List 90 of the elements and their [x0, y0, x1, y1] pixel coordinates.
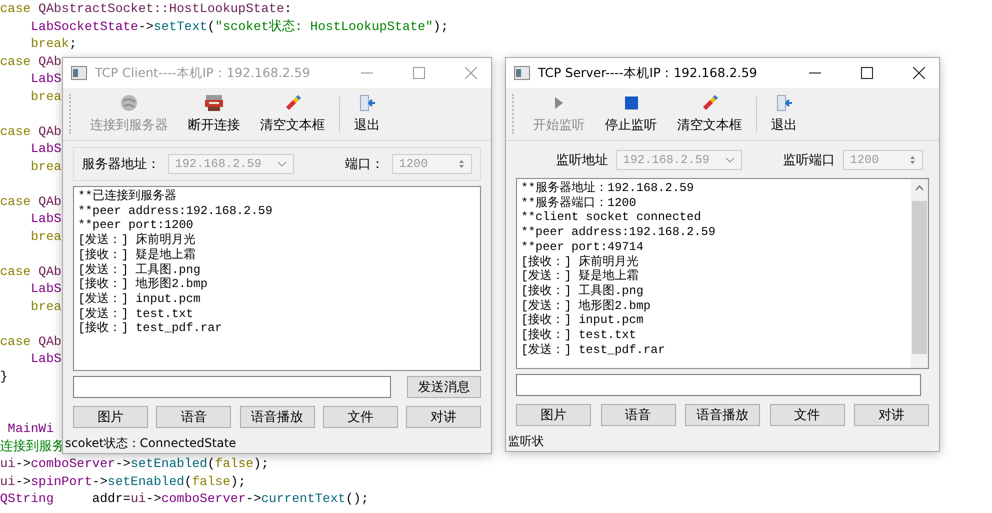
- code-line: 连接到服务: [0, 438, 65, 455]
- chevron-down-icon: [277, 161, 287, 167]
- code-line: QString addr=ui->comboServer->currentText();: [0, 490, 369, 508]
- log-line: [发送：] test_pdf.rar: [521, 342, 666, 358]
- play-icon: [554, 94, 564, 112]
- eraser-icon: [700, 94, 718, 112]
- toolbar-button[interactable]: 清空文本框: [667, 88, 752, 140]
- code-line: brea: [30, 158, 62, 175]
- port-label: 端口：: [345, 156, 384, 173]
- status-text: 监听状: [508, 432, 544, 450]
- log-line: [发送：] 地形图2.bmp: [521, 298, 651, 313]
- code-line: case QAb: [0, 122, 62, 140]
- log-line: [接收：] 床前明月光: [521, 254, 639, 269]
- send-button[interactable]: 发送消息: [407, 376, 481, 398]
- exit-door-icon: [775, 94, 793, 112]
- code-line: LabS: [30, 140, 62, 158]
- toolbar-button[interactable]: 清空文本框: [250, 88, 335, 140]
- device-icon: [204, 94, 224, 112]
- log-line: [接收：] 地形图2.bmp: [78, 277, 208, 292]
- log-line: [发送：] 疑是地上霜: [521, 269, 639, 284]
- code-line: case QAb: [0, 192, 62, 210]
- code-line: ui->spinPort->setEnabled(false);: [0, 472, 246, 490]
- code-line: case QAbstractSocket::HostLookupState:: [0, 0, 292, 18]
- code-line: brea: [30, 298, 62, 315]
- exit-door-icon: [358, 94, 376, 112]
- action-button[interactable]: 对讲: [406, 406, 481, 428]
- code-line: MainWi: [6, 420, 54, 438]
- code-line: LabS: [30, 280, 62, 298]
- globe-icon: [120, 94, 138, 112]
- address-label: 监听地址: [556, 152, 608, 169]
- toolbar-button[interactable]: 退出: [344, 88, 390, 140]
- action-button[interactable]: 文件: [770, 404, 844, 426]
- code-line: LabS: [30, 70, 62, 88]
- window-title: TCP Server----本机IP：192.168.2.59: [538, 64, 758, 82]
- log-line: [接收：] test_pdf.rar: [78, 321, 222, 336]
- log-line: [接收：] test.txt: [521, 328, 636, 343]
- action-button[interactable]: 对讲: [854, 404, 929, 426]
- toolbar-button[interactable]: 停止监听: [595, 88, 667, 140]
- action-button[interactable]: 图片: [516, 404, 591, 426]
- log-line: [发送：] test.txt: [78, 306, 194, 321]
- chevron-up-icon[interactable]: [915, 185, 924, 191]
- app-icon: [71, 66, 87, 80]
- spin-arrows-icon: [909, 154, 916, 166]
- port-label: 监听端口: [783, 152, 835, 169]
- action-button[interactable]: 语音播放: [685, 404, 760, 426]
- log-line: **服务器端口：1200: [521, 196, 636, 210]
- action-button[interactable]: 文件: [322, 406, 398, 428]
- code-line: case QAb: [0, 262, 62, 280]
- code-line: brea: [30, 88, 62, 105]
- chevron-down-icon: [725, 157, 735, 163]
- log-line: **已连接到服务器: [78, 189, 176, 204]
- stop-icon: [624, 94, 638, 112]
- app-icon: [514, 66, 530, 80]
- code-line: break;: [30, 35, 77, 52]
- status-text: scoket状态：ConnectedState: [65, 434, 236, 452]
- action-button[interactable]: 语音播放: [240, 406, 314, 428]
- log-line: **client socket connected: [521, 210, 702, 226]
- address-label: 服务器地址：: [82, 156, 160, 173]
- window-title: TCP Client----本机IP：192.168.2.59: [95, 64, 310, 82]
- scrollbar[interactable]: [911, 179, 928, 368]
- log-line: **peer port:49714: [521, 240, 644, 255]
- close-icon[interactable]: [913, 67, 925, 79]
- action-button[interactable]: 语音: [600, 404, 676, 426]
- log-line: [接收：] 疑是地上霜: [78, 248, 196, 263]
- message-input[interactable]: [516, 374, 921, 396]
- message-input[interactable]: [73, 376, 391, 398]
- toolbar-button[interactable]: 断开连接: [178, 88, 250, 140]
- action-button[interactable]: 图片: [73, 406, 148, 428]
- maximize-icon[interactable]: [861, 67, 873, 79]
- log-line: [发送：] input.pcm: [78, 292, 200, 307]
- log-line: **peer address:192.168.2.59: [78, 204, 272, 218]
- code-line: LabS: [30, 350, 62, 368]
- log-line: **peer port:1200: [78, 218, 194, 233]
- log-line: [接收：] 工具图.png: [521, 284, 644, 299]
- log-line: [发送：] 工具图.png: [78, 262, 200, 277]
- code-line: ui->comboServer->setEnabled(false);: [0, 455, 269, 472]
- code-line: }: [0, 368, 8, 385]
- code-line: case QAb: [0, 52, 62, 70]
- code-line: LabSocketState->setText("scoket状态: HostLookupState");: [30, 18, 448, 35]
- log-line: [接收：] input.pcm: [521, 313, 644, 328]
- eraser-icon: [284, 94, 302, 112]
- spin-arrows-icon: [458, 158, 465, 170]
- log-line: [发送：] 床前明月光: [78, 233, 196, 248]
- log-line: **服务器地址：192.168.2.59: [521, 181, 694, 196]
- code-line: brea: [30, 228, 62, 245]
- log-line: **peer address:192.168.2.59: [521, 225, 716, 240]
- code-line: LabS: [30, 210, 62, 228]
- toolbar-button[interactable]: 退出: [761, 88, 807, 140]
- action-button[interactable]: 语音: [156, 406, 232, 428]
- code-line: case QAb: [0, 332, 62, 350]
